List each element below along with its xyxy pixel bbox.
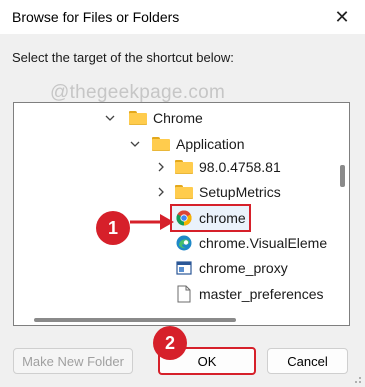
folder-icon (129, 111, 147, 125)
vertical-scroll-thumb[interactable] (340, 165, 345, 187)
file-icon (175, 285, 193, 303)
step-badge-1: 1 (96, 211, 130, 245)
tree-item-label: SetupMetrics (199, 184, 281, 200)
annotation-arrow-icon (130, 214, 174, 230)
cancel-button[interactable]: Cancel (267, 348, 348, 374)
chevron-down-icon[interactable] (104, 107, 116, 129)
tree-item-label: chrome.VisualEleme (199, 235, 328, 251)
resize-grip-icon[interactable] (352, 374, 362, 384)
folder-icon (152, 137, 170, 151)
folder-icon (175, 160, 193, 174)
step-number: 2 (164, 332, 175, 353)
tree-item-chrome-folder[interactable]: Chrome (129, 107, 203, 129)
chevron-down-icon[interactable] (129, 133, 141, 155)
tree-item-label: Application (176, 136, 245, 152)
window-title: Browse for Files or Folders (12, 9, 180, 25)
tree-item-chrome-proxy[interactable]: chrome_proxy (175, 257, 288, 279)
chrome-icon (175, 209, 193, 227)
app-window-icon (175, 259, 193, 277)
tree-item-application-folder[interactable]: Application (152, 133, 245, 155)
vertical-scrollbar[interactable] (336, 103, 348, 313)
tree-item-visualelements[interactable]: chrome.VisualEleme (175, 232, 327, 254)
folder-icon (175, 185, 193, 199)
title-bar: Browse for Files or Folders ✕ (0, 0, 365, 34)
folder-tree[interactable]: Chrome Application 98.0.4758.81 SetupMet… (13, 102, 350, 326)
tree-item-label: chrome_proxy (199, 260, 288, 276)
tree-item-setupmetrics-folder[interactable]: SetupMetrics (175, 181, 281, 203)
close-button[interactable]: ✕ (319, 0, 365, 34)
tree-item-label: Chrome (153, 110, 203, 126)
tree-item-chrome-exe[interactable]: chrome (170, 204, 251, 232)
tree-item-version-folder[interactable]: 98.0.4758.81 (175, 156, 281, 178)
edge-icon (175, 234, 193, 252)
chevron-right-icon[interactable] (155, 181, 167, 203)
chevron-right-icon[interactable] (155, 156, 167, 178)
tree-item-label: chrome (199, 210, 246, 226)
prompt-label: Select the target of the shortcut below: (12, 50, 234, 65)
close-icon: ✕ (334, 6, 350, 27)
tree-item-label: 98.0.4758.81 (199, 159, 281, 175)
tree-item-label: master_preferences (199, 286, 324, 302)
step-number: 1 (107, 217, 118, 238)
make-new-folder-button[interactable]: Make New Folder (13, 348, 133, 374)
step-badge-2: 2 (153, 326, 187, 360)
watermark-text: @thegeekpage.com (50, 82, 226, 103)
tree-item-master-preferences[interactable]: master_preferences (175, 283, 324, 305)
horizontal-scrollbar[interactable] (14, 313, 349, 325)
horizontal-scroll-thumb[interactable] (34, 318, 236, 322)
